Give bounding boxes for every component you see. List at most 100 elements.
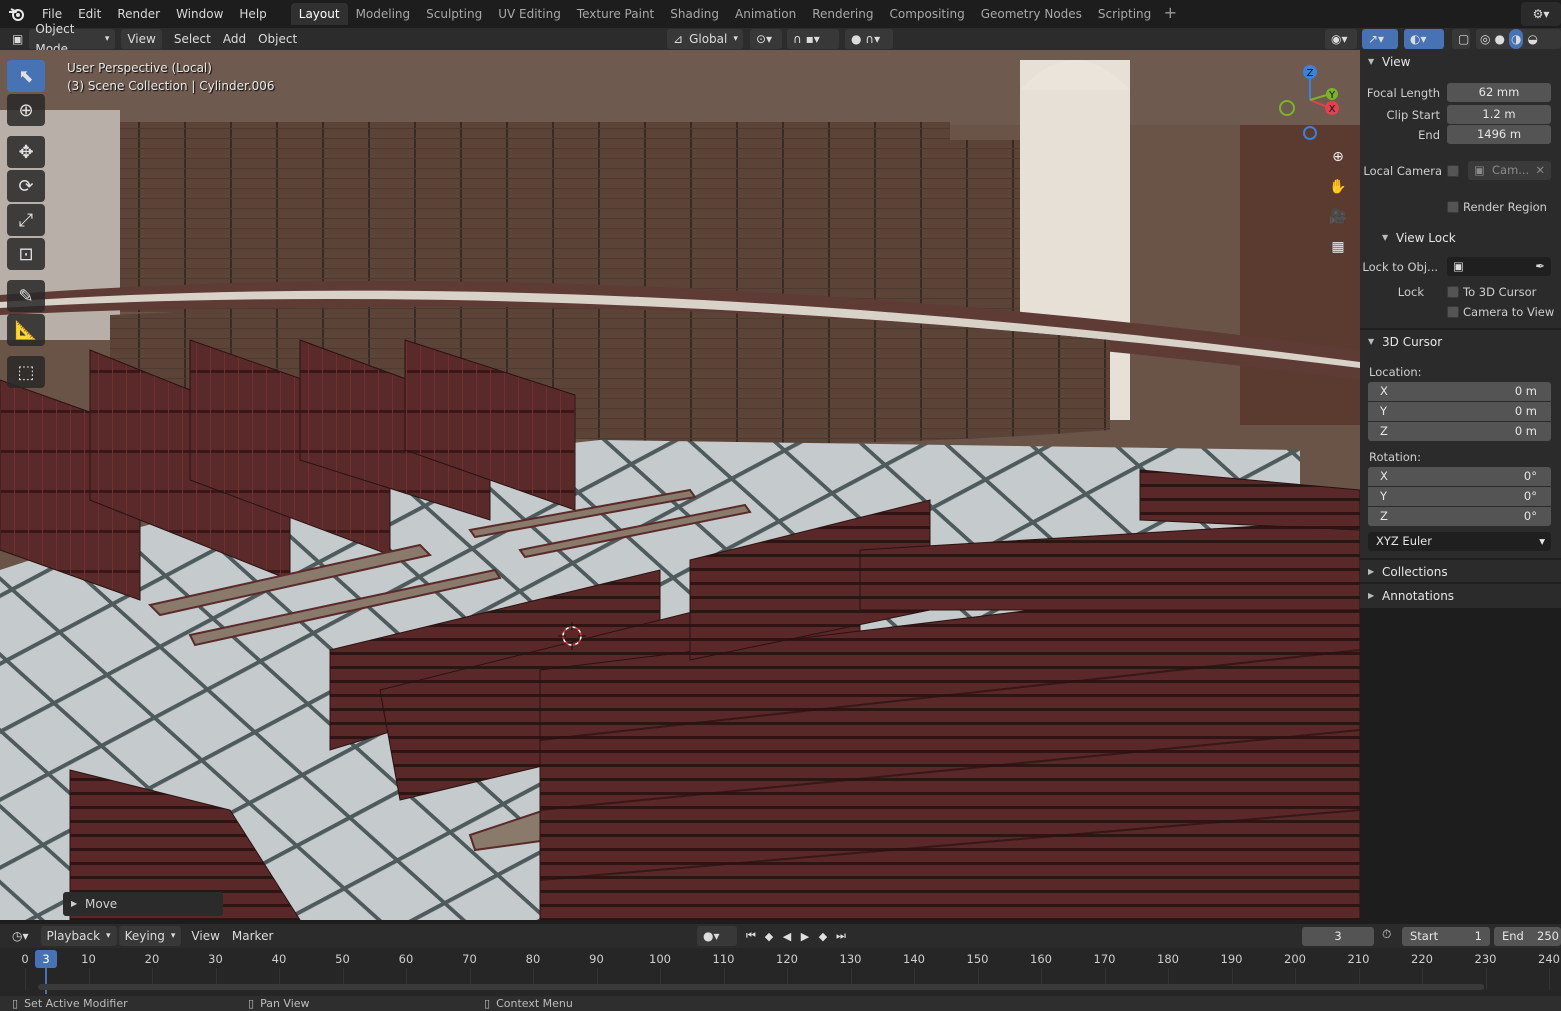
- tool-bar: ⬉ ⊕ ✥ ⟳ ⤢ ⊡ ✎ 📐 ⬚: [7, 58, 51, 390]
- tab-texture-paint[interactable]: Texture Paint: [569, 3, 662, 25]
- xray-toggle[interactable]: ▢: [1452, 29, 1470, 49]
- playhead-line[interactable]: [45, 968, 47, 994]
- rotate-tool-icon[interactable]: ⟳: [7, 170, 45, 202]
- jump-keyframe-forward-icon[interactable]: ◆: [814, 927, 832, 945]
- local-camera-field[interactable]: Cam... ▣ ✕: [1468, 161, 1551, 180]
- wireframe-shading-icon[interactable]: ◎: [1480, 29, 1490, 49]
- lock-to-object-field[interactable]: ▣ ✒: [1447, 257, 1551, 276]
- local-camera-checkbox[interactable]: [1447, 165, 1459, 177]
- rotation-z-field[interactable]: Z 0°: [1368, 507, 1551, 526]
- camera-view-icon[interactable]: 🎥: [1325, 204, 1351, 230]
- playback-menu[interactable]: Playback ▾: [40, 926, 117, 946]
- focal-length-field[interactable]: 62 mm: [1447, 83, 1551, 102]
- rendered-shading-icon[interactable]: ◒: [1527, 29, 1537, 49]
- location-x-field[interactable]: X 0 m: [1368, 382, 1551, 401]
- blender-logo-icon[interactable]: [0, 0, 34, 28]
- current-frame-field[interactable]: 3: [1302, 927, 1374, 946]
- view-lock-section-header[interactable]: ▼ View Lock: [1360, 226, 1561, 250]
- mode-dropdown[interactable]: Object Mode ▾: [29, 22, 116, 56]
- 3d-viewport[interactable]: User Perspective (Local) (3) Scene Colle…: [0, 50, 1360, 920]
- cube-icon: ▣: [12, 32, 24, 46]
- tab-sculpting[interactable]: Sculpting: [418, 3, 490, 25]
- play-reverse-icon[interactable]: ◀: [778, 927, 796, 945]
- timeline-scrollbar[interactable]: [38, 984, 1484, 990]
- 3d-cursor-section-header[interactable]: ▼ 3D Cursor: [1360, 330, 1561, 354]
- jump-keyframe-back-icon[interactable]: ◆: [760, 927, 778, 945]
- last-operator-panel[interactable]: ▶ Move: [63, 892, 223, 916]
- render-region-checkbox[interactable]: [1447, 201, 1459, 213]
- play-icon[interactable]: ▶: [796, 927, 814, 945]
- cursor-tool-icon[interactable]: ⊕: [7, 94, 45, 126]
- annotate-tool-icon[interactable]: ✎: [7, 280, 45, 312]
- menu-render[interactable]: Render: [109, 0, 168, 28]
- timeline-view-menu[interactable]: View: [185, 926, 225, 946]
- lock-to-3d-cursor-checkbox[interactable]: [1447, 286, 1459, 298]
- gizmo-neg-y-axis[interactable]: [1279, 100, 1295, 116]
- keying-menu[interactable]: Keying ▾: [118, 926, 182, 946]
- clip-start-label: Clip Start: [1386, 108, 1440, 122]
- tab-shading[interactable]: Shading: [662, 3, 727, 25]
- current-frame-indicator[interactable]: 3: [35, 950, 57, 968]
- rotation-x-field[interactable]: X 0°: [1368, 467, 1551, 486]
- tab-compositing[interactable]: Compositing: [881, 3, 972, 25]
- location-y-field[interactable]: Y 0 m: [1368, 402, 1551, 421]
- grid-ortho-icon[interactable]: ▦: [1325, 234, 1351, 260]
- clip-end-field[interactable]: 1496 m: [1447, 125, 1551, 144]
- add-workspace-button[interactable]: +: [1159, 3, 1181, 25]
- tab-animation[interactable]: Animation: [727, 3, 804, 25]
- camera-to-view-checkbox[interactable]: [1447, 306, 1459, 318]
- location-z-field[interactable]: Z 0 m: [1368, 422, 1551, 441]
- proportional-edit-button[interactable]: ● ∩▾: [845, 29, 893, 49]
- move-tool-icon[interactable]: ✥: [7, 136, 45, 168]
- timeline-area[interactable]: 0 10 20 30 40 50 60 70 80 90 100 110 120 130 140 150 160…: [0, 948, 1561, 996]
- tab-modeling[interactable]: Modeling: [348, 3, 419, 25]
- rotation-y-field[interactable]: Y 0°: [1368, 487, 1551, 506]
- scale-tool-icon[interactable]: ⤢: [7, 204, 45, 236]
- tab-rendering[interactable]: Rendering: [804, 3, 881, 25]
- tab-layout[interactable]: Layout: [290, 3, 348, 25]
- tab-geometry-nodes[interactable]: Geometry Nodes: [973, 3, 1090, 25]
- view-section-header[interactable]: ▼ View: [1360, 50, 1561, 74]
- rotation-mode-dropdown[interactable]: XYZ Euler ▾: [1368, 532, 1551, 551]
- zoom-icon[interactable]: ⊕: [1325, 144, 1351, 170]
- gizmo-neg-z-axis[interactable]: [1303, 126, 1317, 140]
- menu-help[interactable]: Help: [231, 0, 274, 28]
- select-box-tool-icon[interactable]: ⬉: [7, 60, 45, 92]
- annotations-section-header[interactable]: ▶ Annotations: [1360, 584, 1561, 608]
- menu-view[interactable]: View: [121, 29, 162, 49]
- jump-end-icon[interactable]: ⏭: [832, 927, 850, 945]
- jump-start-icon[interactable]: ⏮: [742, 927, 760, 945]
- menu-object[interactable]: Object: [252, 29, 303, 49]
- scene-selector-button[interactable]: ⚙▾: [1521, 2, 1561, 26]
- close-icon[interactable]: ✕: [1535, 161, 1545, 180]
- menu-window[interactable]: Window: [168, 0, 231, 28]
- tab-uv-editing[interactable]: UV Editing: [490, 3, 569, 25]
- visibility-dropdown[interactable]: ◉▾: [1325, 29, 1357, 49]
- orientation-dropdown[interactable]: ⊿ Global ▾: [667, 29, 743, 49]
- clip-start-field[interactable]: 1.2 m: [1447, 105, 1551, 124]
- pan-hand-icon[interactable]: ✋: [1325, 174, 1351, 200]
- timeline-marker-menu[interactable]: Marker: [226, 926, 279, 946]
- rotation-mode-label: XYZ Euler: [1376, 534, 1432, 548]
- transform-tool-icon[interactable]: ⊡: [7, 238, 45, 270]
- editor-type-button[interactable]: ▣: [8, 29, 29, 49]
- end-frame-field[interactable]: End 250: [1494, 927, 1561, 946]
- stopwatch-icon[interactable]: ⏱: [1382, 927, 1391, 942]
- tab-scripting[interactable]: Scripting: [1090, 3, 1159, 25]
- pivot-dropdown[interactable]: ⊙▾: [750, 29, 782, 49]
- menu-add[interactable]: Add: [217, 29, 252, 49]
- add-cube-tool-icon[interactable]: ⬚: [7, 356, 45, 388]
- navigation-gizmo[interactable]: Z X Y: [1270, 58, 1350, 148]
- overlay-toggle[interactable]: ◐▾: [1404, 29, 1444, 49]
- auto-keying-button[interactable]: ●▾: [697, 926, 737, 946]
- start-frame-field[interactable]: Start 1: [1402, 927, 1490, 946]
- gizmo-toggle[interactable]: ↗▾: [1362, 29, 1398, 49]
- timeline-editor-type-button[interactable]: ◷▾: [6, 926, 35, 946]
- measure-tool-icon[interactable]: 📐: [7, 314, 45, 346]
- snap-dropdown[interactable]: ∩ ▪▾: [787, 29, 839, 49]
- material-shading-icon[interactable]: ◑: [1508, 29, 1524, 49]
- collections-section-header[interactable]: ▶ Collections: [1360, 560, 1561, 584]
- eyedropper-icon[interactable]: ✒: [1535, 257, 1545, 276]
- menu-select[interactable]: Select: [168, 29, 217, 49]
- solid-shading-icon[interactable]: ●: [1494, 29, 1504, 49]
